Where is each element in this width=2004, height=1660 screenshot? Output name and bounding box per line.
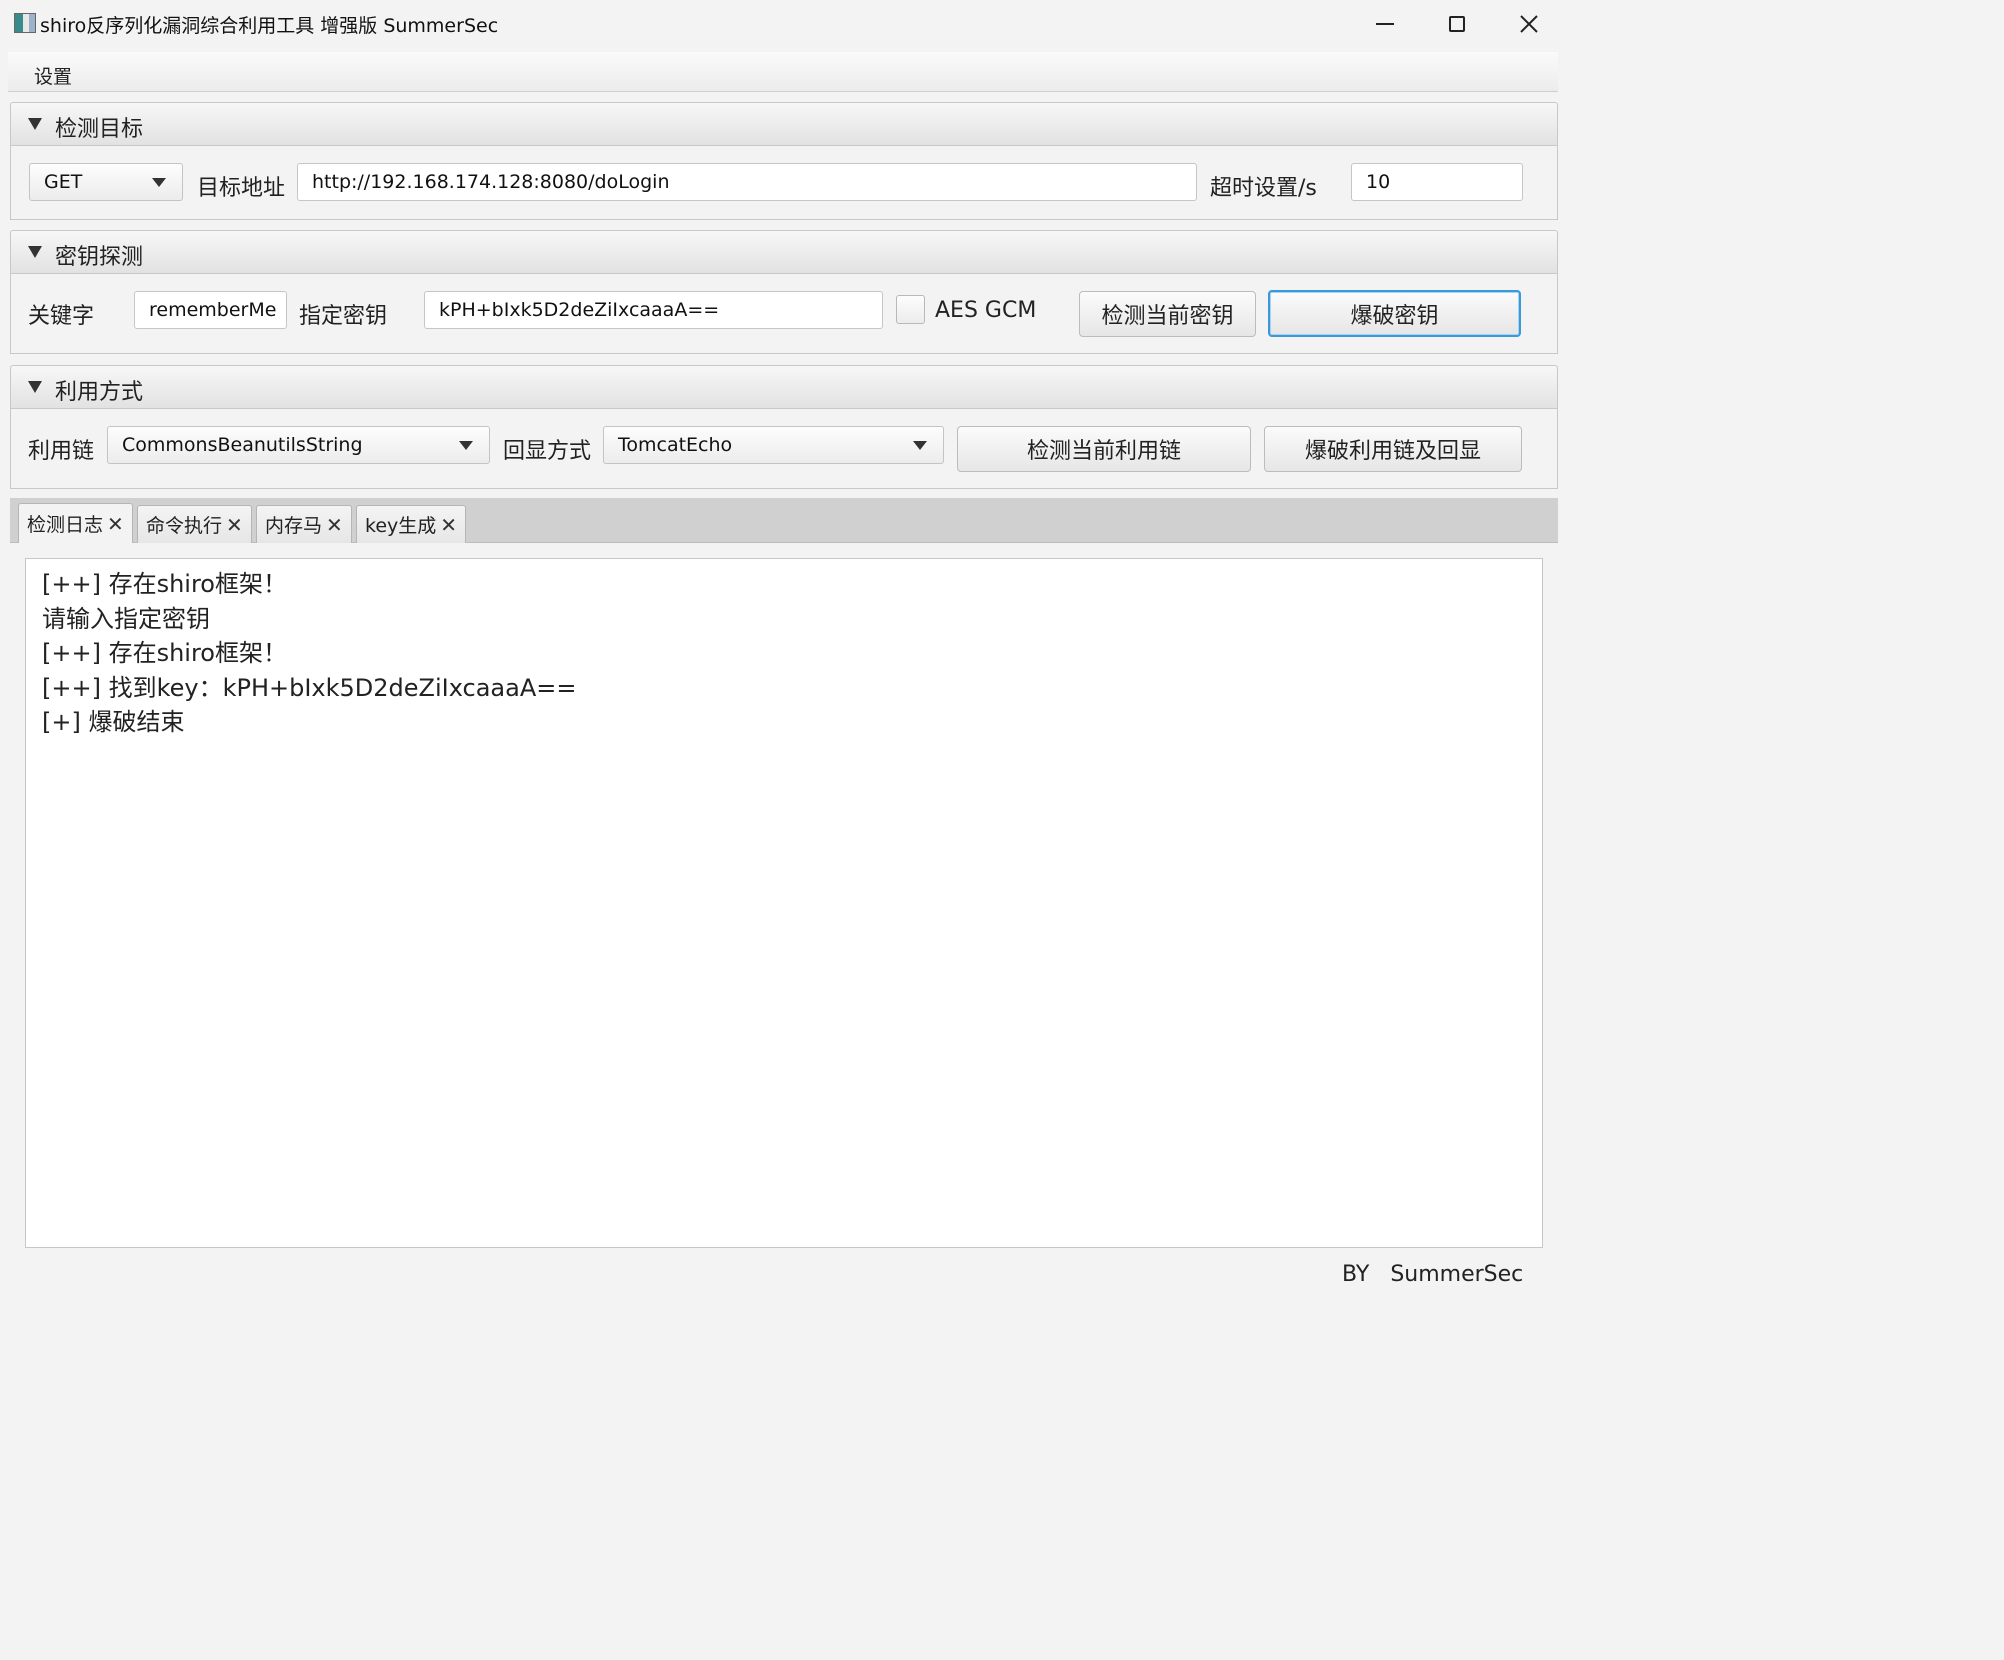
- url-label: 目标地址: [197, 176, 286, 201]
- chevron-down-icon: [459, 441, 473, 450]
- echo-select[interactable]: TomcatEcho: [603, 426, 944, 464]
- tab-label: 命令执行: [146, 515, 223, 537]
- method-select[interactable]: GET: [29, 163, 183, 201]
- url-input[interactable]: http://192.168.174.128:8080/doLogin: [297, 163, 1197, 201]
- aes-gcm-checkbox[interactable]: [896, 295, 925, 324]
- exploit-section-header[interactable]: 利用方式: [10, 365, 1558, 409]
- collapse-triangle-icon: [28, 246, 42, 258]
- key-section-body: 关键字 rememberMe 指定密钥 kPH+bIxk5D2deZiIxcaa…: [10, 274, 1558, 354]
- target-section-title: 检测目标: [55, 117, 144, 142]
- target-section-body: GET 目标地址 http://192.168.174.128:8080/doL…: [10, 146, 1558, 220]
- log-line: [++] 存在shiro框架！: [42, 570, 287, 598]
- close-icon[interactable]: ✕: [326, 515, 343, 535]
- method-value: GET: [44, 171, 83, 193]
- window-title: shiro反序列化漏洞综合利用工具 增强版 SummerSec: [40, 15, 499, 37]
- close-icon: [1520, 15, 1538, 33]
- close-icon[interactable]: ✕: [440, 515, 457, 535]
- target-section-header[interactable]: 检测目标: [10, 102, 1558, 146]
- timeout-label: 超时设置/s: [1210, 176, 1317, 201]
- check-chain-button[interactable]: 检测当前利用链: [957, 426, 1251, 472]
- brute-chain-button[interactable]: 爆破利用链及回显: [1264, 426, 1522, 472]
- keyword-input[interactable]: rememberMe: [134, 291, 287, 329]
- key-section-header[interactable]: 密钥探测: [10, 230, 1558, 274]
- tab-label: key生成: [365, 515, 437, 537]
- footer-author: SummerSec: [1390, 1262, 1524, 1287]
- log-line: [++] 存在shiro框架！: [42, 639, 287, 667]
- log-output[interactable]: [++] 存在shiro框架！ 请输入指定密钥 [++] 存在shiro框架！ …: [25, 558, 1543, 1248]
- menu-settings[interactable]: 设置: [34, 62, 72, 89]
- keyword-label: 关键字: [28, 304, 95, 329]
- exploit-section-body: 利用链 CommonsBeanutilsString 回显方式 TomcatEc…: [10, 409, 1558, 489]
- chain-label: 利用链: [28, 439, 95, 464]
- app-icon: [14, 13, 36, 33]
- chain-value: CommonsBeanutilsString: [122, 434, 363, 456]
- log-line: [+] 爆破结束: [42, 708, 185, 736]
- tab-label: 检测日志: [27, 514, 104, 536]
- exploit-section-title: 利用方式: [55, 380, 144, 405]
- echo-label: 回显方式: [503, 439, 592, 464]
- check-key-button[interactable]: 检测当前密钥: [1079, 291, 1256, 337]
- tab-command-exec[interactable]: 命令执行 ✕: [137, 505, 252, 543]
- maximize-button[interactable]: [1434, 8, 1480, 40]
- log-line: 请输入指定密钥: [42, 604, 210, 633]
- tab-label: 内存马: [265, 515, 323, 537]
- close-icon[interactable]: ✕: [226, 515, 243, 535]
- footer-by: BY: [1342, 1262, 1370, 1287]
- key-label: 指定密钥: [299, 304, 388, 329]
- key-section-title: 密钥探测: [55, 245, 144, 270]
- tab-detect-log[interactable]: 检测日志 ✕: [18, 503, 133, 543]
- aes-gcm-label: AES GCM: [935, 298, 1037, 323]
- timeout-input[interactable]: 10: [1351, 163, 1523, 201]
- maximize-icon: [1449, 16, 1465, 32]
- echo-value: TomcatEcho: [618, 434, 733, 456]
- menu-bar: 设置: [8, 52, 1558, 92]
- minimize-button[interactable]: [1362, 8, 1408, 40]
- title-bar: shiro反序列化漏洞综合利用工具 增强版 SummerSec: [0, 0, 1568, 48]
- minimize-icon: [1376, 23, 1394, 25]
- chevron-down-icon: [913, 441, 927, 450]
- collapse-triangle-icon: [28, 118, 42, 130]
- tab-key-gen[interactable]: key生成 ✕: [356, 505, 467, 543]
- tab-bar: 检测日志 ✕ 命令执行 ✕ 内存马 ✕ key生成 ✕: [10, 498, 1558, 543]
- close-icon[interactable]: ✕: [107, 514, 124, 534]
- chain-select[interactable]: CommonsBeanutilsString: [107, 426, 490, 464]
- collapse-triangle-icon: [28, 381, 42, 393]
- key-input[interactable]: kPH+bIxk5D2deZiIxcaaaA==: [424, 291, 883, 329]
- chevron-down-icon: [152, 178, 166, 187]
- brute-key-button[interactable]: 爆破密钥: [1268, 290, 1521, 337]
- tab-memshell[interactable]: 内存马 ✕: [256, 505, 352, 543]
- footer-credit: BY SummerSec: [1342, 1262, 1523, 1287]
- close-button[interactable]: [1506, 8, 1552, 40]
- log-line: [++] 找到key：kPH+bIxk5D2deZiIxcaaaA==: [42, 673, 577, 702]
